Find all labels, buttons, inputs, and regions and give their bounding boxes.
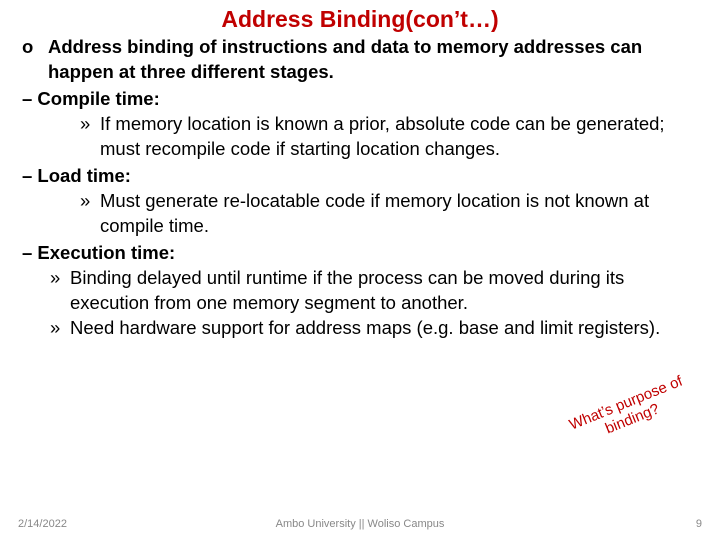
stage-exec-text-b: Need hardware support for address maps (…: [70, 316, 706, 341]
stage-exec-detail-a: » Binding delayed until runtime if the p…: [18, 266, 706, 316]
intro-text: Address binding of instructions and data…: [48, 35, 706, 85]
slide-title: Address Binding(con’t…): [0, 0, 720, 35]
stage-compile-text: If memory location is known a prior, abs…: [100, 112, 706, 162]
stage-compile-head: – Compile time:: [18, 87, 706, 112]
stage-load-marker: »: [80, 189, 100, 239]
stage-exec-text-a: Binding delayed until runtime if the pro…: [70, 266, 706, 316]
stage-exec-marker-b: »: [50, 316, 70, 341]
stage-exec-marker-a: »: [50, 266, 70, 316]
stage-load-head: – Load time:: [18, 164, 706, 189]
callout-annotation: What’s purpose of binding?: [568, 374, 692, 450]
stage-compile-detail: » If memory location is known a prior, a…: [18, 112, 706, 162]
stage-load-text: Must generate re-locatable code if memor…: [100, 189, 706, 239]
slide: Address Binding(con’t…) o Address bindin…: [0, 0, 720, 540]
footer-page-number: 9: [696, 518, 702, 530]
slide-body: o Address binding of instructions and da…: [0, 35, 720, 341]
intro-line: o Address binding of instructions and da…: [18, 35, 706, 85]
stage-exec-detail-b: » Need hardware support for address maps…: [18, 316, 706, 341]
stage-compile-marker: »: [80, 112, 100, 162]
footer-center: Ambo University || Woliso Campus: [0, 518, 720, 530]
stage-exec-head: – Execution time:: [18, 241, 706, 266]
intro-bullet: o: [18, 35, 48, 85]
stage-load-detail: » Must generate re-locatable code if mem…: [18, 189, 706, 239]
